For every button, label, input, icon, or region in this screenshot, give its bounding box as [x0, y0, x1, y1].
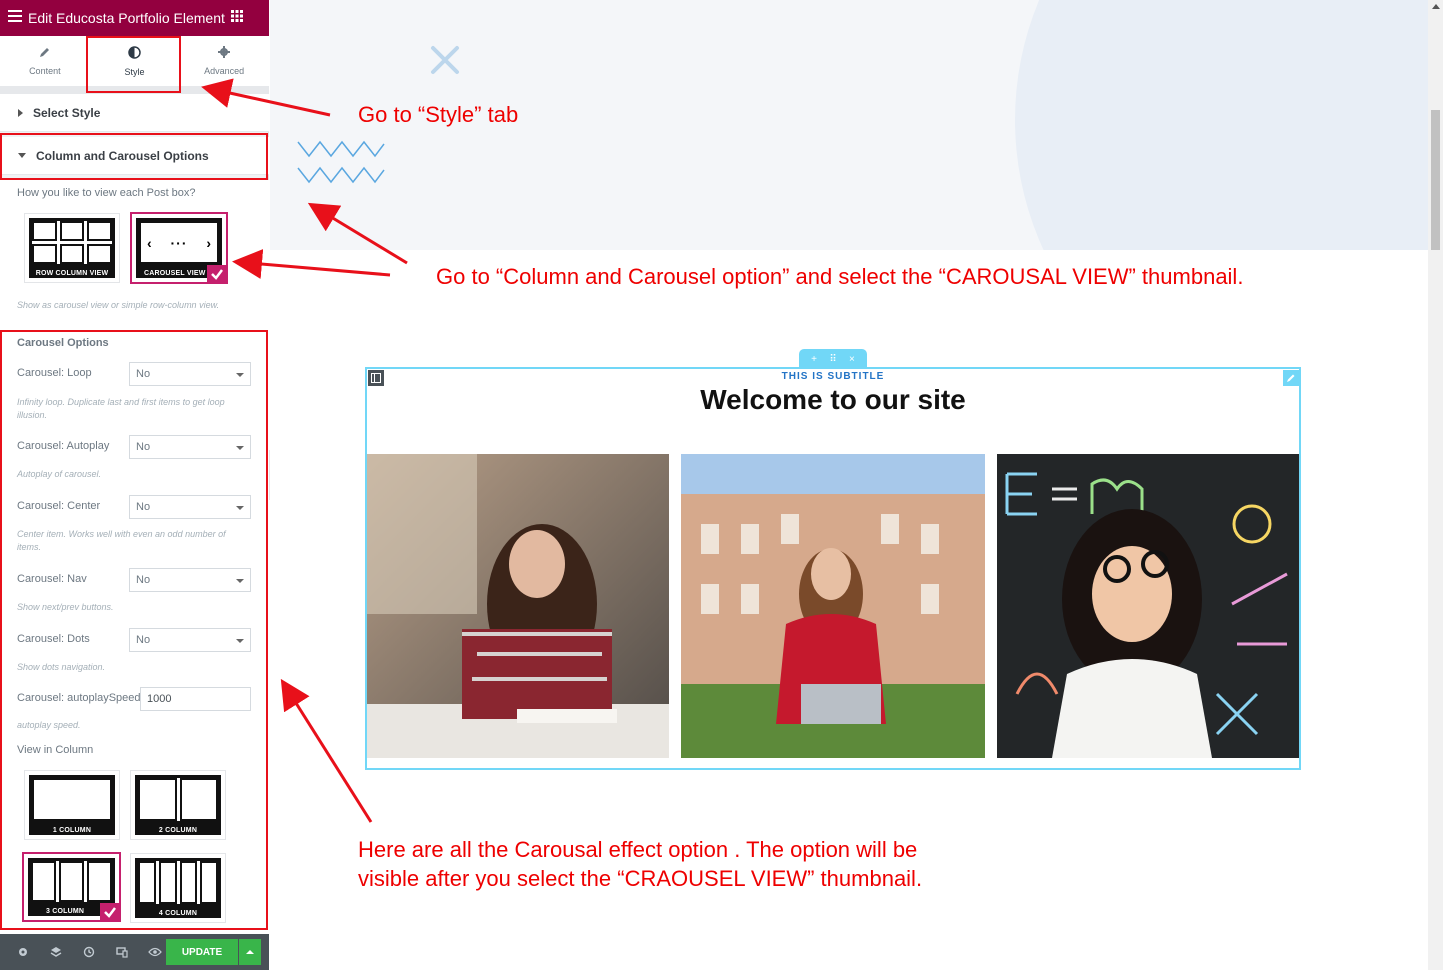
editor-window: Edit Educosta Portfolio Element Content … [0, 0, 1443, 970]
annotation-all-options-line2: visible after you select the “CRAOUSEL V… [358, 866, 923, 891]
annotation-arrows [201, 78, 408, 823]
annotation-column-option: Go to “Column and Carousel option” and s… [436, 264, 1244, 289]
annotation-style-tab: Go to “Style” tab [358, 102, 519, 127]
annotation-all-options-line1: Here are all the Carousal effect option … [358, 837, 918, 862]
